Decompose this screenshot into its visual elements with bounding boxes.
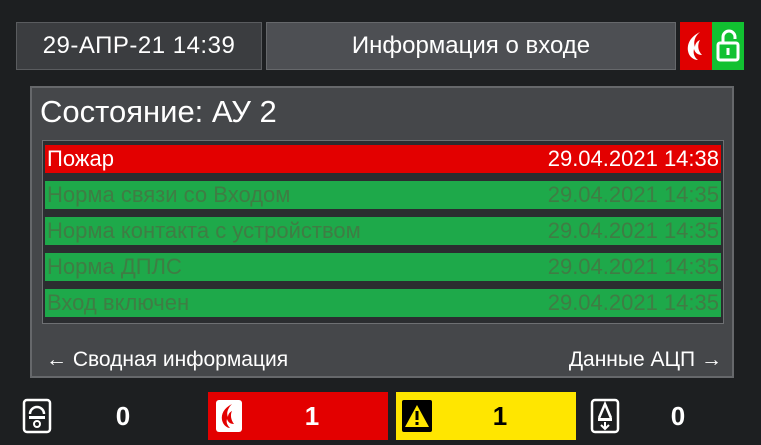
event-label: Норма контакта с устройством — [47, 218, 361, 243]
event-label: Вход включен — [47, 290, 190, 315]
summary-info-link[interactable]: ← Сводная информация — [46, 348, 288, 374]
event-time: 29.04.2021 14:35 — [547, 218, 719, 243]
warning-counter[interactable]: 1 — [396, 392, 576, 440]
top-bar: 29-АПР-21 14:39 Информация о входе — [16, 22, 744, 70]
device-counter[interactable]: 0 — [16, 392, 202, 440]
event-row-fire[interactable]: Пожар 29.04.2021 14:38 — [45, 145, 721, 173]
event-label: Пожар — [47, 146, 114, 171]
state-title: Состояние: АУ 2 — [40, 94, 277, 129]
event-list: Пожар 29.04.2021 14:38 Норма связи со Вх… — [42, 140, 724, 324]
datetime-display: 29-АПР-21 14:39 — [16, 22, 262, 70]
event-label: Норма связи со Входом — [47, 182, 291, 207]
event-time: 29.04.2021 14:38 — [547, 146, 719, 171]
counter-bar: 0 1 1 0 — [16, 392, 744, 440]
event-time: 29.04.2021 14:35 — [547, 182, 719, 207]
event-row[interactable]: Вход включен 29.04.2021 14:35 — [45, 289, 721, 317]
disabled-count: 0 — [670, 400, 686, 431]
fire-count: 1 — [304, 400, 320, 431]
event-row[interactable]: Норма контакта с устройством 29.04.2021 … — [45, 217, 721, 245]
unlocked-icon[interactable] — [712, 22, 744, 70]
fire-counter[interactable]: 1 — [208, 392, 388, 440]
disabled-counter[interactable]: 0 — [584, 392, 744, 440]
device-count: 0 — [115, 400, 131, 431]
event-time: 29.04.2021 14:35 — [547, 290, 719, 315]
warning-count: 1 — [492, 400, 508, 431]
disabled-device-icon — [588, 396, 622, 436]
detector-icon — [20, 396, 54, 436]
event-row[interactable]: Норма связи со Входом 29.04.2021 14:35 — [45, 181, 721, 209]
screen-frame: 29-АПР-21 14:39 Информация о входе Состо… — [0, 0, 761, 445]
fire-icon — [212, 396, 246, 436]
warning-icon — [400, 396, 434, 436]
state-panel: Состояние: АУ 2 Пожар 29.04.2021 14:38 Н… — [30, 86, 734, 378]
event-label: Норма ДПЛС — [47, 254, 182, 279]
fire-status-icon — [680, 22, 712, 70]
event-row[interactable]: Норма ДПЛС 29.04.2021 14:35 — [45, 253, 721, 281]
adc-data-link[interactable]: Данные АЦП → — [569, 348, 722, 374]
event-time: 29.04.2021 14:35 — [547, 254, 719, 279]
panel-navigation: ← Сводная информация Данные АЦП → — [46, 348, 722, 374]
page-title: Информация о входе — [266, 22, 676, 70]
